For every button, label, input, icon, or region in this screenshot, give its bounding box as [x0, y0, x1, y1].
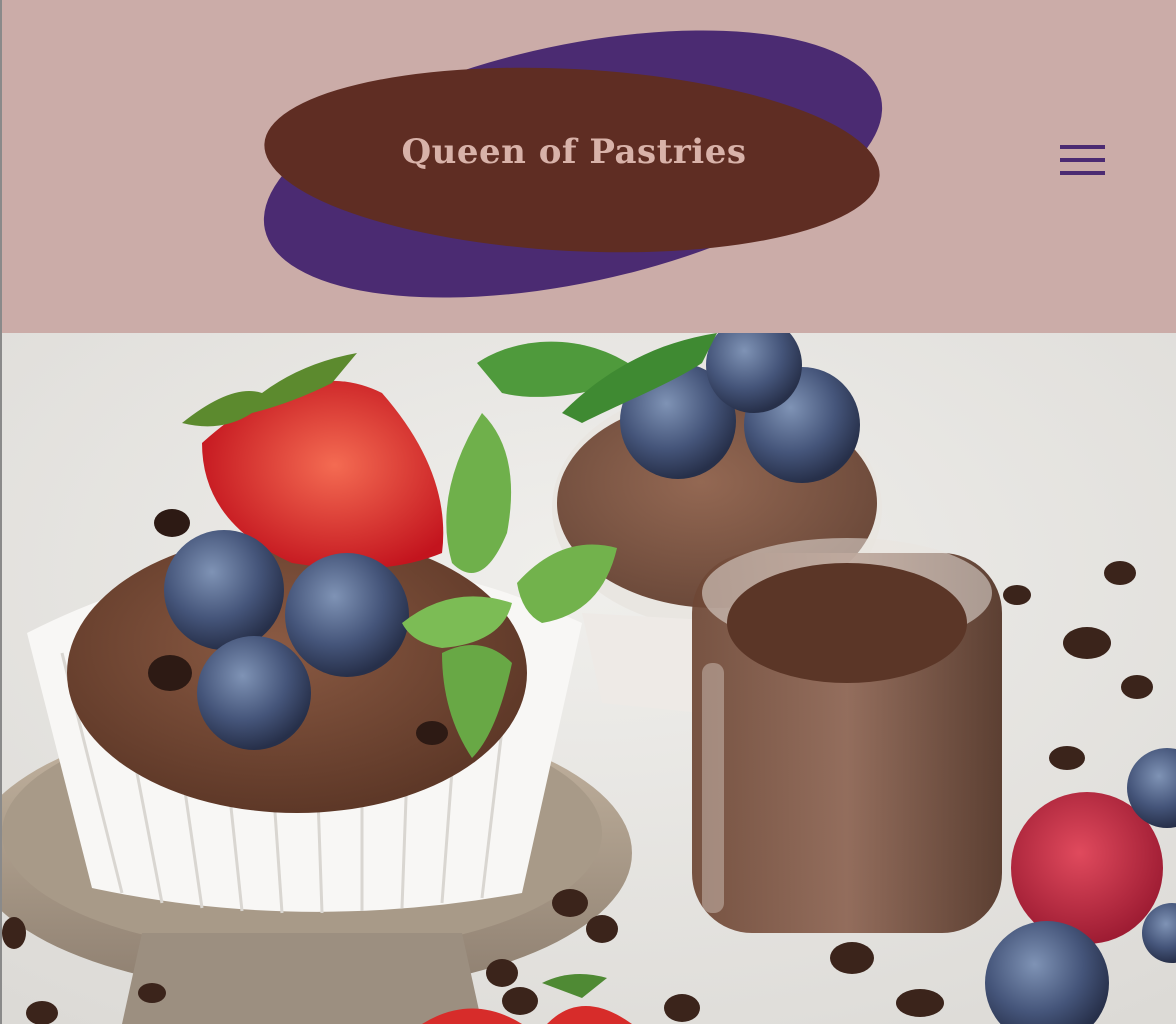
page: Queen of Pastries [0, 0, 1176, 1024]
site-header: Queen of Pastries [2, 0, 1176, 333]
menu-bar [1060, 171, 1105, 175]
hero-image [2, 333, 1176, 1024]
window-edge [0, 0, 2, 1024]
menu-bar [1060, 158, 1105, 162]
site-title[interactable]: Queen of Pastries [264, 132, 884, 172]
hamburger-menu-icon[interactable] [1054, 140, 1105, 184]
menu-bar [1060, 145, 1105, 149]
